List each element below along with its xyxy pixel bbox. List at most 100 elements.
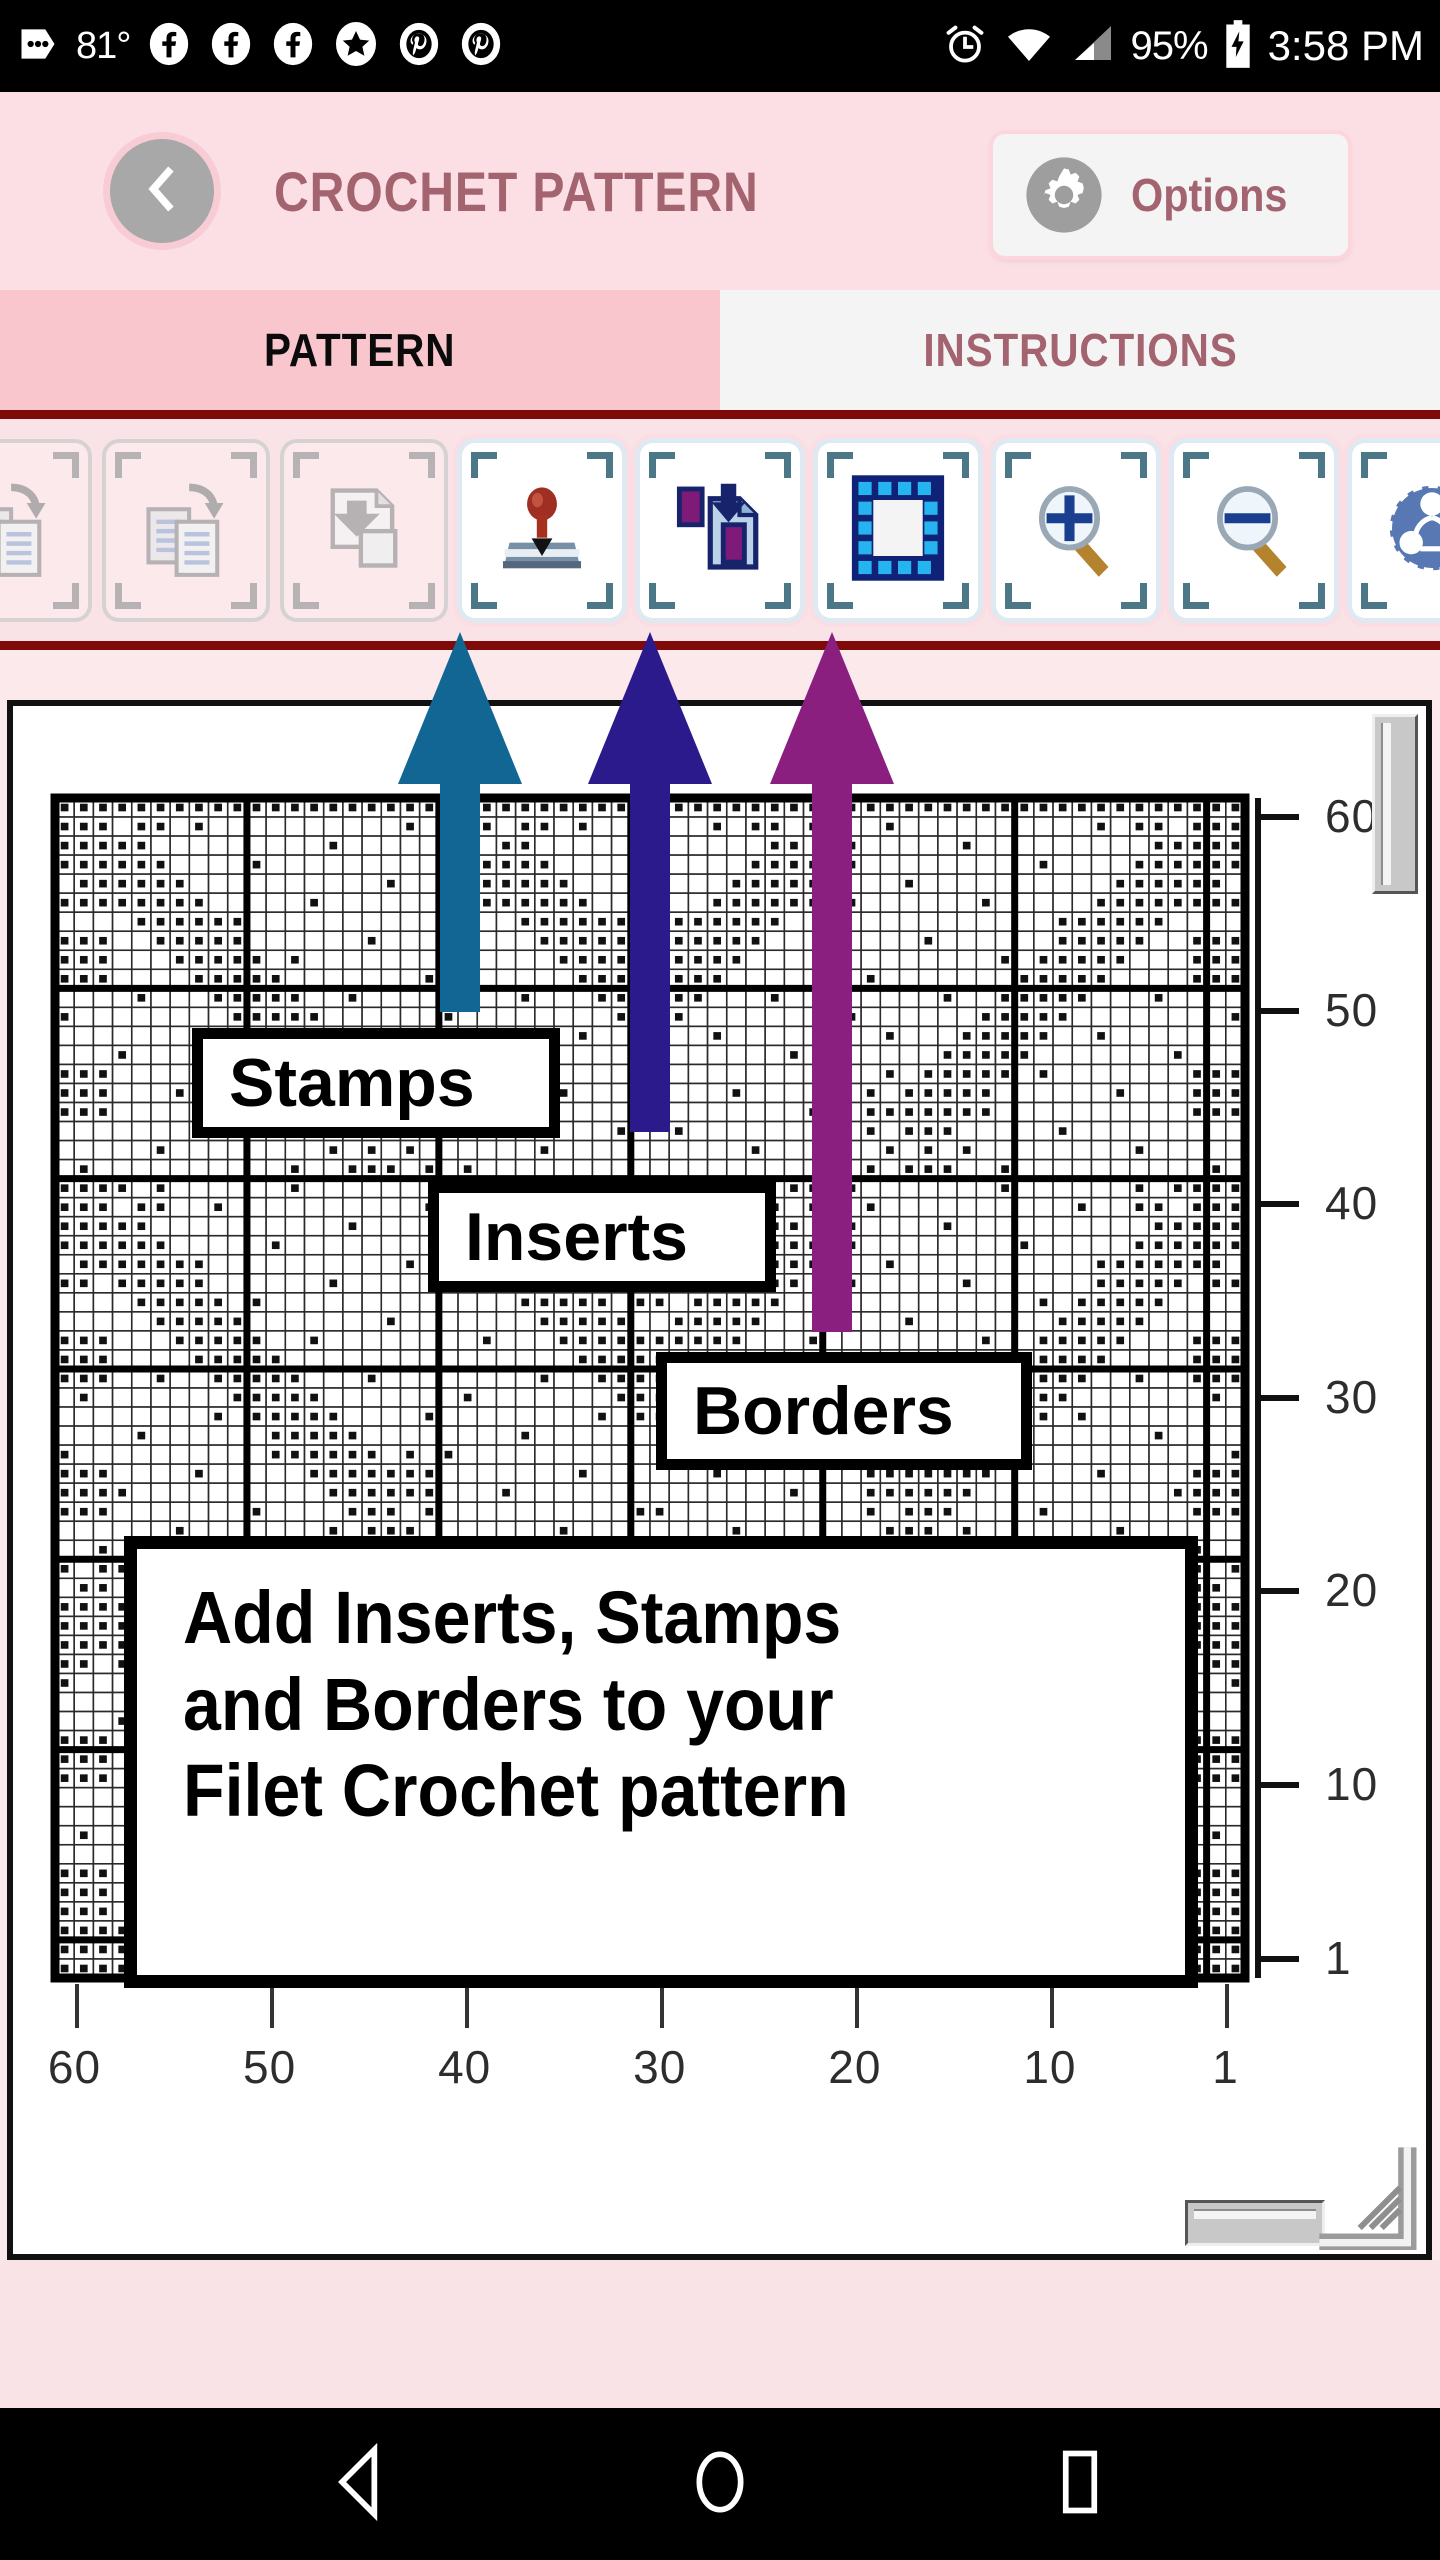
alarm-icon xyxy=(941,20,989,73)
x-axis-tick xyxy=(74,1984,79,2028)
app-header: CROCHET PATTERN Options xyxy=(0,92,1440,290)
tab-instructions[interactable]: INSTRUCTIONS xyxy=(720,290,1440,410)
x-axis-label: 30 xyxy=(633,2041,687,2093)
toolbar-button-share[interactable] xyxy=(1352,442,1440,618)
pinterest-icon xyxy=(458,21,504,72)
callout-inserts-label: Inserts xyxy=(465,1199,688,1275)
x-axis-label: 10 xyxy=(1023,2041,1077,2093)
pinterest-icon xyxy=(396,21,442,72)
copy-icon xyxy=(136,478,236,583)
battery-percent: 95% xyxy=(1130,23,1209,68)
arrow-inserts xyxy=(588,632,712,1132)
border-frame-icon xyxy=(846,472,950,589)
x-axis-tick xyxy=(854,1984,859,2028)
x-axis-label: 60 xyxy=(47,2041,102,2093)
toolbar-button-copy-partial[interactable] xyxy=(0,442,88,618)
callout-stamps: Stamps xyxy=(192,1028,560,1138)
wifi-icon xyxy=(1003,20,1055,73)
signal-icon xyxy=(1069,20,1117,73)
y-axis-label: 10 xyxy=(1325,1757,1379,1810)
y-axis-tick xyxy=(1255,1588,1299,1595)
weather-temperature: 81° xyxy=(76,24,131,67)
arrow-stamps xyxy=(398,632,522,1012)
callout-line-3: Filet Crochet pattern xyxy=(183,1749,849,1833)
y-axis-tick xyxy=(1255,1007,1299,1014)
toolbar-button-borders[interactable] xyxy=(818,442,978,618)
callout-line-2: and Borders to your xyxy=(183,1662,834,1746)
h-scrollbar[interactable] xyxy=(1185,2200,1325,2246)
nav-back-triangle-icon xyxy=(317,2439,403,2530)
y-axis-line xyxy=(1255,798,1261,1978)
x-axis-label: 1 xyxy=(1212,2041,1239,2093)
toolbar-button-zoom-in[interactable] xyxy=(996,442,1156,618)
share-nodes-icon xyxy=(1380,476,1440,585)
battery-charging-icon xyxy=(1222,18,1254,75)
facebook-icon xyxy=(208,21,254,72)
x-axis-tick xyxy=(659,1984,664,2028)
callout-borders-label: Borders xyxy=(693,1373,954,1449)
tab-instructions-label: INSTRUCTIONS xyxy=(922,324,1238,376)
nav-back-button[interactable] xyxy=(300,2424,420,2544)
nav-recents-square-icon xyxy=(1042,2442,1118,2527)
nav-home-button[interactable] xyxy=(660,2424,780,2544)
magnifier-plus-icon xyxy=(1024,476,1128,585)
resize-grip[interactable] xyxy=(1312,2140,1422,2252)
tab-pattern-label: PATTERN xyxy=(264,324,456,376)
android-nav-bar xyxy=(0,2408,1440,2560)
insert-icon xyxy=(668,476,772,585)
gear-icon xyxy=(1023,154,1105,236)
y-axis-label: 40 xyxy=(1325,1177,1379,1230)
copy-icon xyxy=(0,478,58,583)
toolbar-button-copy[interactable] xyxy=(106,442,266,618)
magnifier-minus-icon xyxy=(1202,476,1306,585)
v-scrollbar[interactable] xyxy=(1372,714,1418,894)
x-axis-tick xyxy=(1225,1984,1230,2028)
toolbar-button-paste[interactable] xyxy=(284,442,444,618)
toolbar-button-zoom-out[interactable] xyxy=(1174,442,1334,618)
nav-home-circle-icon xyxy=(680,2442,760,2527)
tab-bar: PATTERN INSTRUCTIONS xyxy=(0,290,1440,410)
star-badge-icon xyxy=(332,20,380,73)
page-title: CROCHET PATTERN xyxy=(274,159,759,223)
y-axis-tick xyxy=(1255,1955,1299,1962)
x-axis-label: 50 xyxy=(242,2041,297,2093)
y-axis-label: 30 xyxy=(1325,1370,1379,1423)
status-bar-left: 81° xyxy=(16,20,504,73)
x-axis-tick xyxy=(464,1984,469,2028)
y-axis-label: 50 xyxy=(1325,983,1379,1036)
x-axis-label: 40 xyxy=(438,2041,492,2093)
back-button[interactable] xyxy=(110,139,214,243)
paste-icon xyxy=(314,478,414,583)
status-bar-right: 95% 3:58 PM xyxy=(941,18,1424,75)
clock-time: 3:58 PM xyxy=(1267,22,1424,69)
back-chevron-icon xyxy=(136,163,188,220)
app-screen: 81° 95% 3:58 PM CROCHET PATTERN Options … xyxy=(0,0,1440,2560)
x-axis-tick xyxy=(269,1984,274,2028)
footer-spacer xyxy=(0,2260,1440,2408)
facebook-icon xyxy=(146,21,192,72)
toolbar-button-inserts[interactable] xyxy=(640,442,800,618)
callout-stamps-label: Stamps xyxy=(229,1045,475,1121)
x-axis-label: 20 xyxy=(828,2041,882,2093)
x-axis-tick xyxy=(1049,1984,1054,2028)
callout-borders: Borders xyxy=(656,1352,1032,1470)
arrow-borders xyxy=(770,632,894,1332)
y-axis-tick xyxy=(1255,814,1299,821)
y-axis-label: 60 xyxy=(1325,790,1379,843)
y-axis-label: 1 xyxy=(1325,1931,1352,1984)
chart-grid-svg xyxy=(50,793,1250,1983)
tab-pattern[interactable]: PATTERN xyxy=(0,290,720,410)
options-button[interactable]: Options xyxy=(993,134,1348,256)
editor-toolbar xyxy=(0,410,1440,650)
callout-main-description: Add Inserts, Stamps and Borders to your … xyxy=(124,1536,1198,1988)
y-axis-tick xyxy=(1255,1394,1299,1401)
more-dots-icon xyxy=(16,22,60,71)
pattern-canvas[interactable]: 60 50 40 30 20 10 1 60 50 40 30 20 10 1 xyxy=(7,700,1432,2260)
callout-line-1: Add Inserts, Stamps xyxy=(183,1576,842,1659)
nav-recents-button[interactable] xyxy=(1020,2424,1140,2544)
callout-inserts: Inserts xyxy=(428,1182,776,1292)
filet-crochet-chart[interactable] xyxy=(13,706,1426,2254)
facebook-icon xyxy=(270,21,316,72)
options-label: Options xyxy=(1131,169,1288,221)
toolbar-button-stamps[interactable] xyxy=(462,442,622,618)
